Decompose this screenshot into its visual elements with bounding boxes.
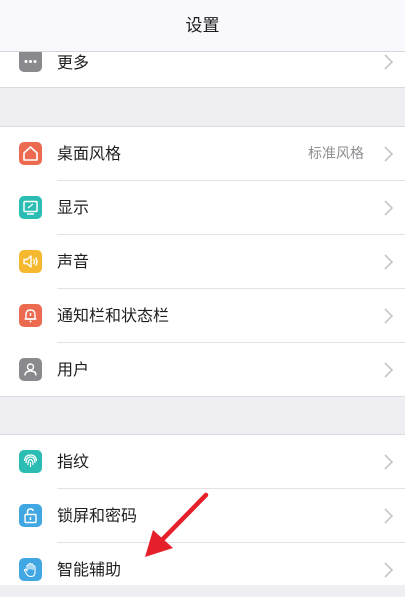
settings-item-more[interactable]: 更多 [0, 52, 405, 87]
display-icon [19, 196, 42, 219]
settings-group-security: 指纹 锁屏和密码 智能辅助 [0, 434, 405, 585]
settings-item-user[interactable]: 用户 [0, 343, 405, 397]
settings-item-display[interactable]: 显示 [0, 181, 405, 235]
settings-item-smart-assist[interactable]: 智能辅助 [0, 543, 405, 597]
sound-icon [19, 250, 42, 273]
settings-item-label: 通知栏和状态栏 [57, 306, 170, 325]
settings-item-label: 更多 [57, 53, 90, 72]
settings-item-label: 显示 [57, 198, 90, 217]
home-icon [19, 142, 42, 165]
settings-item-label: 用户 [57, 360, 90, 379]
lock-icon [19, 504, 42, 527]
settings-group-display: 桌面风格 标准风格 显示 声音 通知栏和状态栏 用户 [0, 126, 405, 397]
settings-item-desktop-style[interactable]: 桌面风格 标准风格 [0, 127, 405, 181]
bell-icon [19, 304, 42, 327]
chevron-right-icon [382, 561, 394, 579]
chevron-right-icon [382, 307, 394, 325]
settings-group-top: 更多 [0, 52, 405, 88]
settings-item-notification-status-bar[interactable]: 通知栏和状态栏 [0, 289, 405, 343]
hand-icon [19, 558, 42, 581]
chevron-right-icon [382, 453, 394, 471]
chevron-right-icon [382, 507, 394, 525]
settings-item-label: 锁屏和密码 [57, 506, 138, 525]
settings-item-value: 标准风格 [308, 146, 364, 162]
settings-item-label: 桌面风格 [57, 144, 122, 163]
settings-item-label: 智能辅助 [57, 560, 122, 579]
user-icon [19, 358, 42, 381]
settings-item-lock-screen-password[interactable]: 锁屏和密码 [0, 489, 405, 543]
settings-item-fingerprint[interactable]: 指纹 [0, 435, 405, 489]
chevron-right-icon [382, 53, 394, 71]
chevron-right-icon [382, 199, 394, 217]
fingerprint-icon [19, 450, 42, 473]
more-icon [19, 52, 42, 72]
chevron-right-icon [382, 145, 394, 163]
chevron-right-icon [382, 253, 394, 271]
title-bar: 设置 [0, 0, 405, 52]
settings-item-label: 指纹 [57, 452, 90, 471]
settings-item-sound[interactable]: 声音 [0, 235, 405, 289]
chevron-right-icon [382, 361, 394, 379]
settings-item-label: 声音 [57, 252, 90, 271]
page-title: 设置 [185, 16, 220, 36]
